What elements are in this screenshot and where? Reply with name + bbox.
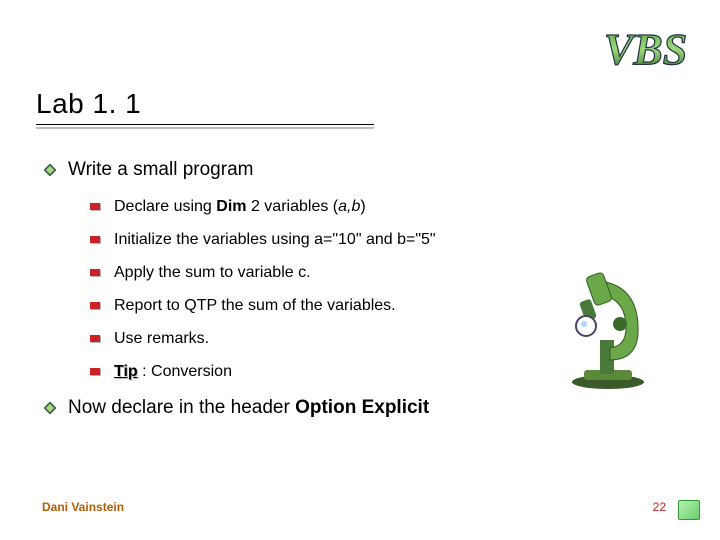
sub-item: Apply the sum to variable c. bbox=[90, 263, 604, 283]
sub-item-text: Declare using Dim 2 variables (a,b) bbox=[114, 197, 366, 217]
diamond-bullet-icon bbox=[44, 402, 56, 414]
sub-item: Tip : Conversion bbox=[90, 362, 604, 382]
content-area: Write a small program Declare using Dim … bbox=[44, 158, 604, 428]
square-bullet-icon bbox=[90, 302, 100, 309]
item2-text: Now declare in the header Option Explici… bbox=[68, 396, 429, 421]
sub-item-text: Use remarks. bbox=[114, 329, 209, 349]
bullet-level1: Now declare in the header Option Explici… bbox=[44, 396, 604, 421]
txt: Now declare in the header bbox=[68, 397, 295, 418]
sub-item-text: Apply the sum to variable c. bbox=[114, 263, 311, 283]
sub-item: Initialize the variables using a="10" an… bbox=[90, 230, 604, 250]
item1-text: Write a small program bbox=[68, 158, 253, 183]
sub-item-text: Tip : Conversion bbox=[114, 362, 232, 382]
sublist: Declare using Dim 2 variables (a,b) Init… bbox=[90, 197, 604, 382]
sub-item-text: Report to QTP the sum of the variables. bbox=[114, 296, 396, 316]
slide-title: Lab 1. 1 bbox=[36, 88, 374, 124]
square-bullet-icon bbox=[90, 236, 100, 243]
txt-bold: Option Explicit bbox=[295, 397, 429, 418]
slide-corner-icon bbox=[678, 500, 700, 520]
txt-italic: a,b bbox=[338, 198, 360, 215]
square-bullet-icon bbox=[90, 203, 100, 210]
sub-item: Use remarks. bbox=[90, 329, 604, 349]
footer-page-number: 22 bbox=[653, 500, 666, 514]
vbs-logo: VBS bbox=[604, 24, 694, 81]
title-block: Lab 1. 1 bbox=[36, 88, 374, 127]
sub-item: Declare using Dim 2 variables (a,b) bbox=[90, 197, 604, 217]
title-underline bbox=[36, 124, 374, 127]
txt: Declare using bbox=[114, 198, 216, 215]
txt: 2 variables ( bbox=[247, 198, 339, 215]
footer-author: Dani Vainstein bbox=[42, 500, 124, 514]
sub-item-text: Initialize the variables using a="10" an… bbox=[114, 230, 436, 250]
square-bullet-icon bbox=[90, 368, 100, 375]
diamond-bullet-icon bbox=[44, 164, 56, 176]
square-bullet-icon bbox=[90, 269, 100, 276]
txt: ) bbox=[360, 198, 365, 215]
tip-label: Tip bbox=[114, 363, 138, 380]
square-bullet-icon bbox=[90, 335, 100, 342]
bullet-level1: Write a small program bbox=[44, 158, 604, 183]
microscope-icon bbox=[560, 270, 656, 395]
logo-text: VBS bbox=[604, 25, 687, 74]
txt: : Conversion bbox=[138, 363, 232, 380]
sub-item: Report to QTP the sum of the variables. bbox=[90, 296, 604, 316]
txt-bold: Dim bbox=[216, 198, 246, 215]
